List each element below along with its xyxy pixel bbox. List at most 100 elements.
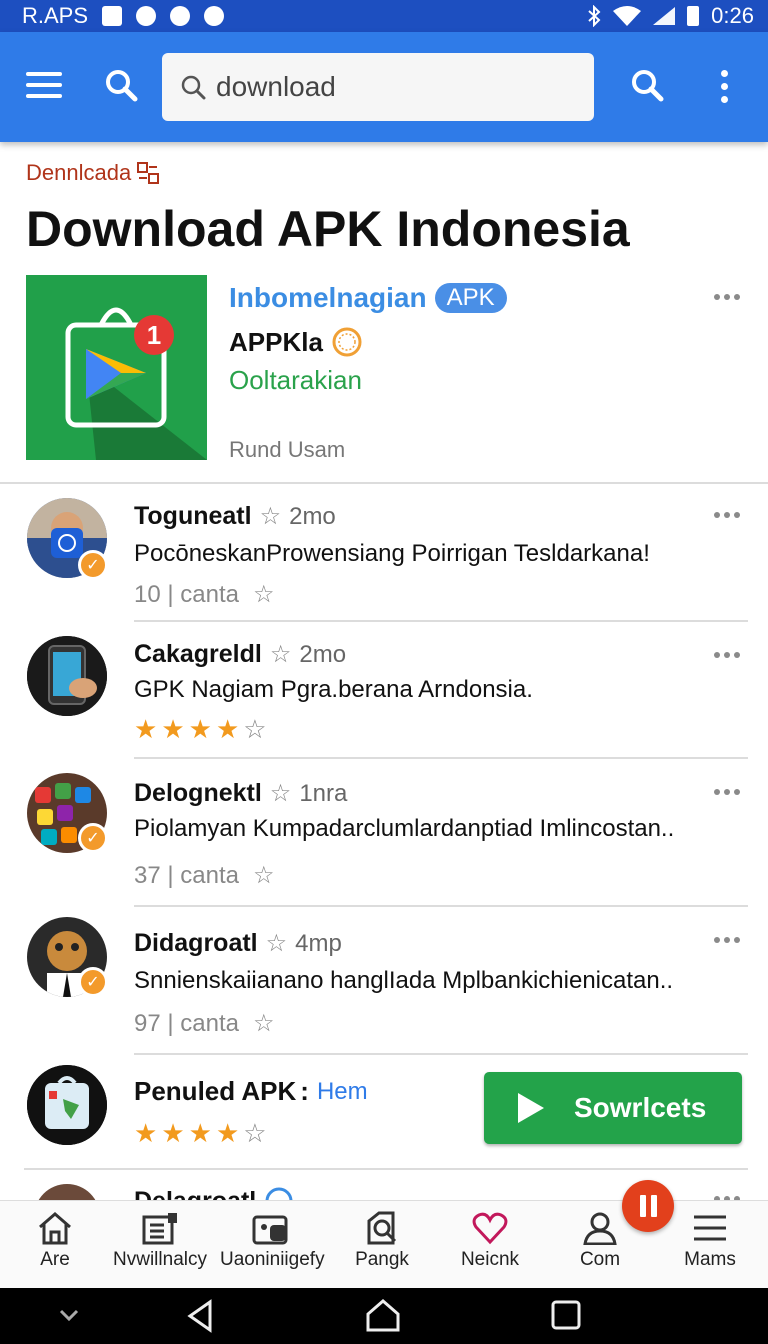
more-options-icon[interactable]: [718, 70, 730, 104]
list-item[interactable]: ✓ Didagroatl ☆ 4mp Snnienskaiianano hang…: [0, 913, 768, 1053]
translate-icon: [137, 162, 160, 184]
install-button-label: Sowrlcets: [574, 1092, 707, 1123]
star-outline-icon: ☆: [265, 930, 288, 957]
item-description: Snnienskaiianano hanglIada Mplbankichien…: [134, 967, 674, 994]
recents-icon[interactable]: [550, 1298, 582, 1332]
star-rating: ★ ★ ★ ★ ☆: [134, 714, 267, 745]
search-input[interactable]: [216, 71, 576, 103]
notification-count: 1: [147, 320, 161, 350]
featured-app-name[interactable]: Inbomelnagian APK: [229, 282, 507, 314]
item-title: Toguneatl ☆ 2mo: [134, 502, 336, 531]
featured-more-icon[interactable]: [712, 292, 742, 302]
nav-home[interactable]: Are: [30, 1211, 80, 1271]
hamburger-menu-icon[interactable]: [26, 72, 62, 98]
page-title: Download APK Indonesia: [26, 201, 630, 257]
person-icon: [583, 1212, 617, 1245]
nav-label: Com: [579, 1249, 621, 1270]
back-icon[interactable]: [184, 1298, 216, 1334]
list-item[interactable]: ✓ Toguneatl ☆ 2mo PocōneskanProwensiang …: [0, 490, 768, 620]
avatar: [34, 1184, 100, 1200]
menu-icon: [694, 1215, 726, 1241]
nav-label: Are: [40, 1249, 70, 1270]
divider: [134, 905, 748, 907]
item-more-icon[interactable]: [712, 935, 742, 945]
status-bar: R.APS 0:26: [0, 0, 768, 32]
divider: [134, 757, 748, 759]
status-time: 0:26: [711, 3, 754, 28]
item-description: Piolamyan Kumpadarclumlardanptiad Imlinc…: [134, 815, 675, 842]
play-store-bag-icon: 1: [65, 307, 207, 460]
item-count: 37 | canta ☆: [134, 861, 275, 890]
apk-badge: APK: [434, 283, 507, 313]
item-more-icon[interactable]: [712, 650, 742, 660]
search-submit-icon[interactable]: [630, 68, 664, 102]
breadcrumb[interactable]: Dennlcada: [26, 160, 160, 186]
library-icon: [142, 1213, 177, 1245]
star-outline-icon: ☆: [269, 780, 292, 807]
play-icon: [518, 1093, 544, 1123]
status-carrier: R.APS: [22, 3, 89, 28]
phone-image: [27, 636, 107, 716]
item-title: Didagroatl ☆ 4mp: [134, 929, 342, 958]
search-icon[interactable]: [104, 68, 138, 102]
item-tag: Hem: [316, 1077, 368, 1105]
nav-label: Neicnk: [460, 1249, 520, 1270]
star-filled-icon: ★: [215, 1118, 240, 1148]
nav-search[interactable]: Pangk: [352, 1211, 412, 1271]
star-outline-icon: ☆: [252, 581, 275, 608]
item-title-text: Toguneatl: [134, 502, 252, 530]
battery-icon: [687, 6, 700, 26]
nav-profile[interactable]: Com: [572, 1211, 628, 1271]
item-count-text: 10 | canta: [134, 580, 239, 608]
item-count-text: 97 | canta: [134, 1009, 239, 1037]
status-right: 0:26: [587, 3, 754, 29]
app-bar: [0, 32, 768, 142]
nav-label: Uaoniniigefy: [220, 1249, 325, 1270]
item-time: 4mp: [295, 929, 342, 957]
nav-label: Pangk: [355, 1249, 409, 1270]
verified-icon: [265, 1187, 293, 1200]
pause-fab[interactable]: [622, 1180, 674, 1232]
item-description: GPK Nagiam Pgra.berana Arndonsia.: [134, 676, 533, 703]
install-button[interactable]: Sowrlcets: [484, 1072, 742, 1144]
list-item[interactable]: Cakagreldl ☆ 2mo GPK Nagiam Pgra.berana …: [0, 628, 768, 758]
star-outline-icon: ☆: [252, 1010, 275, 1037]
item-count: 10 | canta ☆: [134, 580, 275, 609]
nav-library[interactable]: Nvwillnalcy: [112, 1211, 208, 1271]
star-outline-icon: ☆: [243, 1118, 267, 1148]
item-title: Cakagreldl ☆ 2mo: [134, 640, 346, 669]
nav-favorites[interactable]: Neicnk: [460, 1211, 520, 1271]
check-badge-icon: ✓: [78, 967, 108, 997]
home-system-icon[interactable]: [364, 1298, 402, 1334]
chevron-down-icon[interactable]: [58, 1308, 80, 1322]
featured-category: Ooltarakian: [229, 365, 362, 395]
item-count: 97 | canta ☆: [134, 1009, 275, 1038]
nav-menu[interactable]: Mams: [682, 1211, 738, 1271]
cat-icon: [170, 6, 191, 26]
item-more-icon[interactable]: [712, 787, 742, 797]
counter-icon: [204, 6, 225, 26]
featured-developer[interactable]: APPKla: [229, 326, 363, 358]
list-item[interactable]: ✓ Delognektl ☆ 1nra Piolamyan Kumpadarcl…: [0, 765, 768, 905]
star-filled-icon: ★: [134, 714, 158, 744]
heart-icon: [472, 1212, 508, 1245]
star-filled-icon: ★: [134, 1118, 158, 1148]
divider: [0, 482, 768, 484]
featured-app-title: Inbomelnagian: [229, 282, 427, 313]
bluetooth-icon: [588, 5, 601, 27]
nav-categories[interactable]: Uaoniniigefy: [220, 1211, 325, 1271]
search-box[interactable]: [162, 53, 594, 121]
star-outline-icon: ☆: [269, 641, 292, 668]
status-left: R.APS: [22, 3, 225, 29]
item-time: 1nra: [299, 779, 348, 807]
item-title-text: Delagroatl: [134, 1187, 256, 1201]
item-more-icon[interactable]: [712, 510, 742, 520]
featured-app-icon[interactable]: 1: [26, 275, 207, 460]
system-navigation-bar: [0, 1288, 768, 1344]
star-rating: ★ ★ ★ ★ ☆: [134, 1118, 267, 1149]
item-count-text: 37 | canta: [134, 861, 239, 889]
item-title-text: Delognektl: [134, 779, 262, 807]
wifi-icon: [613, 6, 642, 26]
home-icon: [39, 1212, 71, 1245]
star-filled-icon: ★: [188, 1118, 212, 1148]
